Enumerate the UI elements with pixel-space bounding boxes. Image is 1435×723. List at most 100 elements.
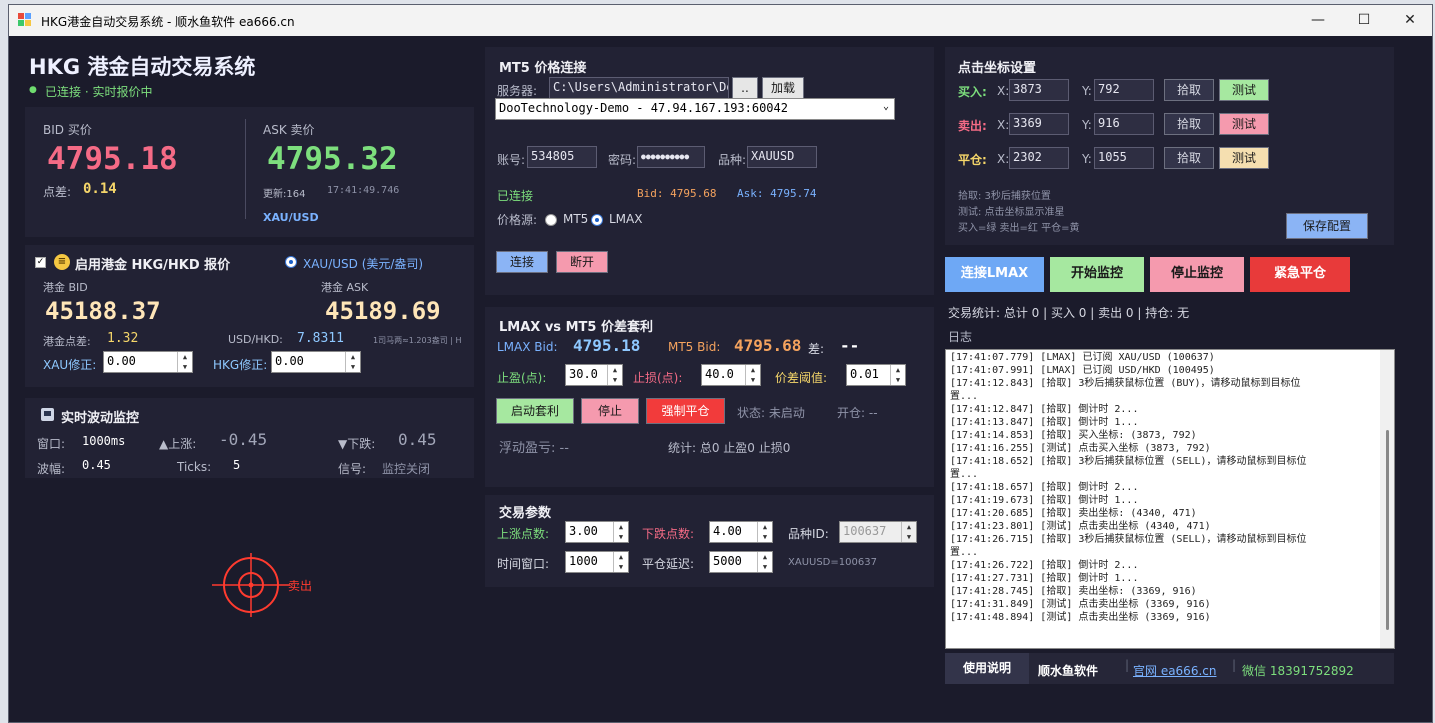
log-box[interactable]: [17:41:07.779] [LMAX] 已订阅 XAU/USD (10063… <box>945 349 1395 649</box>
hkg-panel: ✓ ≡ 启用港金 HKG/HKD 报价 XAU/USD (美元/盎司) 港金 B… <box>25 245 474 387</box>
buy-x-input[interactable]: 3873 <box>1009 79 1069 101</box>
close-test-button[interactable]: 测试 <box>1219 147 1269 169</box>
mt5-bid-label: MT5 Bid: <box>668 340 721 354</box>
usdhkd-label: USD/HKD: <box>228 333 283 346</box>
log-lines: [17:41:07.779] [LMAX] 已订阅 XAU/USD (10063… <box>950 351 1307 624</box>
close-x-label: X: <box>997 152 1010 166</box>
log-line: [17:41:07.991] [LMAX] 已订阅 USD/HKD (10049… <box>950 365 1215 376</box>
tp-label: 止盈(点): <box>497 371 547 385</box>
start-arb-button[interactable]: 启动套利 <box>496 398 574 424</box>
log-line: [17:41:16.255] [测试] 点击买入坐标 (3873, 792) <box>950 443 1211 454</box>
mt5-source-radio[interactable] <box>545 214 557 226</box>
mt5-bid: Bid: 4795.68 <box>637 187 717 200</box>
hkg-ask-label: 港金 ASK <box>321 281 369 294</box>
password-label: 密码: <box>608 153 637 167</box>
usdhkd-rate: 7.8311 <box>297 331 344 346</box>
help-tab[interactable]: 使用说明 <box>945 653 1029 684</box>
maximize-button[interactable]: ☐ <box>1341 5 1387 36</box>
down-label: ▼下跌: <box>338 437 376 451</box>
threshold-input[interactable]: 0.01 ▲ ▼ <box>846 364 906 386</box>
symbol-id-input[interactable]: 100637 ▲ ▼ <box>839 521 917 543</box>
time-window-input[interactable]: 1000 ▲ ▼ <box>565 551 629 573</box>
start-monitor-button[interactable]: 开始监控 <box>1050 257 1144 292</box>
buy-test-button[interactable]: 测试 <box>1219 79 1269 101</box>
xauusd-radio[interactable] <box>285 256 297 268</box>
server-path-input[interactable]: C:\Users\Administrator\Do <box>549 77 729 99</box>
sell-pick-button[interactable]: 拾取 <box>1164 113 1214 135</box>
xau-adj-input[interactable]: 0.00 ▲ ▼ <box>103 351 193 373</box>
lmax-bid-label: LMAX Bid: <box>497 340 558 354</box>
close-button[interactable]: ✕ <box>1387 5 1433 36</box>
save-config-button[interactable]: 保存配置 <box>1286 213 1368 239</box>
close-pick-button[interactable]: 拾取 <box>1164 147 1214 169</box>
sell-x-input[interactable]: 3369 <box>1009 113 1069 135</box>
update-time: 17:41:49.746 <box>327 185 400 196</box>
amp-label: 波幅: <box>37 462 66 476</box>
coords-title: 点击坐标设置 <box>958 61 1037 76</box>
stop-monitor-button[interactable]: 停止监控 <box>1150 257 1244 292</box>
sell-coord-label: 卖出: <box>958 119 987 133</box>
connect-lmax-button[interactable]: 连接LMAX <box>945 257 1044 292</box>
buy-y-input[interactable]: 792 <box>1094 79 1154 101</box>
site-link[interactable]: 官网 ea666.cn <box>1133 662 1216 679</box>
mt5-ask: Ask: 4795.74 <box>737 187 817 200</box>
log-line: [17:41:18.652] [拾取] 3秒后捕获鼠标位置 (SELL)，请移动… <box>950 456 1307 467</box>
sl-input[interactable]: 40.0 ▲ ▼ <box>701 364 761 386</box>
sell-test-button[interactable]: 测试 <box>1219 113 1269 135</box>
buy-coord-label: 买入: <box>958 85 987 99</box>
buy-y-label: Y: <box>1082 84 1092 98</box>
app-window: HKG港金自动交易系统 - 顺水鱼软件 ea666.cn — ☐ ✕ HKG 港… <box>8 4 1433 723</box>
signal-value: 监控关闭 <box>382 462 431 476</box>
hkg-bid-label: 港金 BID <box>43 281 88 294</box>
close-delay-input[interactable]: 5000 ▲ ▼ <box>709 551 773 573</box>
threshold-label: 价差阈值: <box>775 371 828 385</box>
app-icon <box>18 13 32 27</box>
sl-label: 止损(点): <box>633 371 683 385</box>
close-y-input[interactable]: 1055 <box>1094 147 1154 169</box>
crosshair-label: 卖出 <box>288 579 313 593</box>
coords-panel: 点击坐标设置 买入: X: 3873 Y: 792 拾取 测试 卖出: X: 3… <box>945 47 1394 245</box>
arb-panel: LMAX vs MT5 价差套利 LMAX Bid: 4795.18 MT5 B… <box>485 307 934 487</box>
server-select[interactable]: DooTechnology-Demo - 47.94.167.193:60042… <box>495 98 895 120</box>
connect-button[interactable]: 连接 <box>496 251 548 273</box>
minimize-button[interactable]: — <box>1295 5 1341 36</box>
symbol-label: XAU/USD <box>263 211 319 224</box>
load-button[interactable]: 加载 <box>762 77 804 99</box>
hkg-bid: 45188.37 <box>45 297 161 325</box>
down-pts-input[interactable]: 4.00 ▲ ▼ <box>709 521 773 543</box>
stop-arb-button[interactable]: 停止 <box>581 398 639 424</box>
mt5-title: MT5 价格连接 <box>499 61 587 76</box>
sell-y-input[interactable]: 916 <box>1094 113 1154 135</box>
lmax-bid: 4795.18 <box>573 336 641 355</box>
mt5-status: 已连接 <box>497 189 534 203</box>
signal-label: 信号: <box>338 462 367 476</box>
hkg-adj-input[interactable]: 0.00 ▲ ▼ <box>271 351 361 373</box>
emergency-close-button[interactable]: 紧急平仓 <box>1250 257 1350 292</box>
log-scroll-thumb[interactable] <box>1386 430 1389 630</box>
disconnect-button[interactable]: 断开 <box>556 251 608 273</box>
symbol-label: 品种: <box>718 153 747 167</box>
tp-input[interactable]: 30.0 ▲ ▼ <box>565 364 623 386</box>
rate-note: 1司马两≈1.203盎司 | H <box>373 336 462 345</box>
enable-hkg-checkbox[interactable]: ✓ <box>35 257 46 268</box>
window-value: 1000ms <box>82 434 126 448</box>
buy-pick-button[interactable]: 拾取 <box>1164 79 1214 101</box>
force-close-button[interactable]: 强制平仓 <box>646 398 725 424</box>
log-line: [17:41:28.745] [拾取] 卖出坐标: (3369, 916) <box>950 586 1197 597</box>
window-label: 窗口: <box>37 437 66 451</box>
bid-price: 4795.18 <box>47 141 178 177</box>
ticks-label: Ticks: <box>177 460 212 474</box>
symbol-input[interactable]: XAUUSD <box>747 146 817 168</box>
close-x-input[interactable]: 2302 <box>1009 147 1069 169</box>
account-label: 账号: <box>497 153 526 167</box>
params-title: 交易参数 <box>499 506 552 521</box>
account-input[interactable]: 534805 <box>527 146 597 168</box>
browse-button[interactable]: .. <box>732 77 758 99</box>
up-pts-input[interactable]: 3.00 ▲ ▼ <box>565 521 629 543</box>
lmax-source-radio[interactable] <box>591 214 603 226</box>
coin-icon: ≡ <box>54 254 70 270</box>
close-delay-label: 平仓延迟: <box>642 557 695 571</box>
arb-state: 状态: 未启动 <box>737 406 805 420</box>
log-line: [17:41:12.843] [拾取] 3秒后捕获鼠标位置 (BUY)，请移动鼠… <box>950 378 1301 389</box>
password-input[interactable]: ●●●●●●●●●● <box>637 146 705 168</box>
